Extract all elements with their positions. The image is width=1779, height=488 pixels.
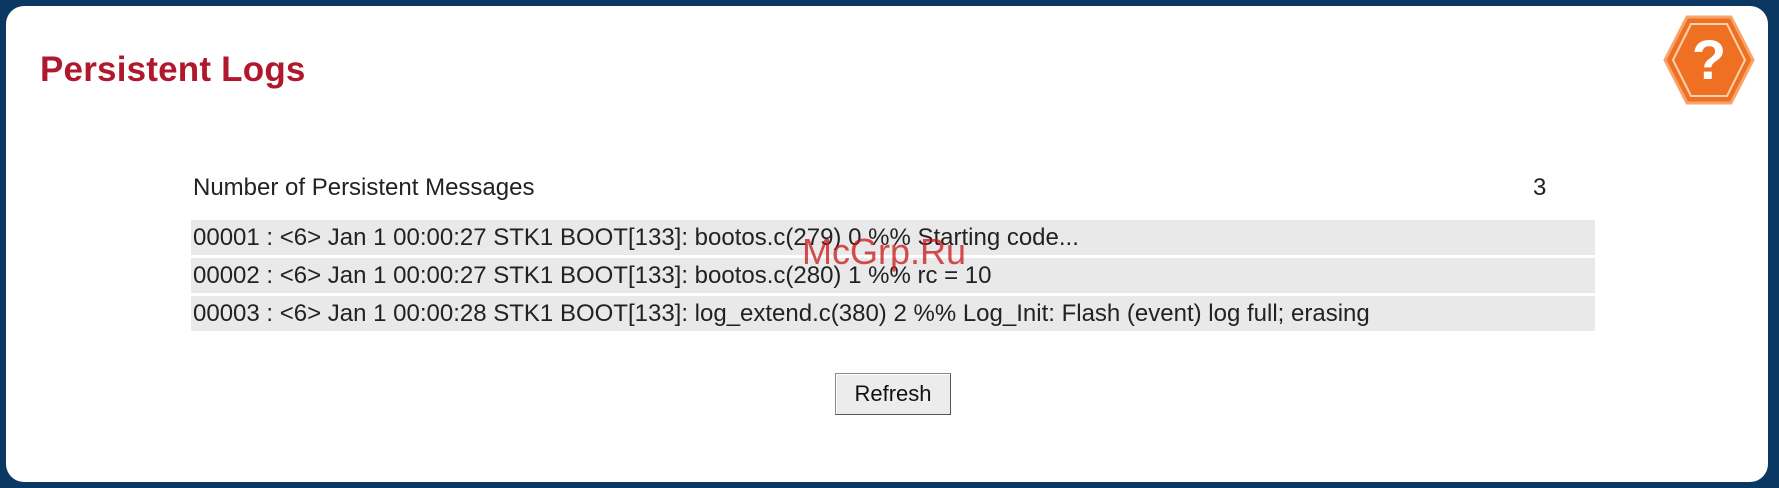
help-question-icon: ? <box>1663 15 1755 105</box>
refresh-button[interactable]: Refresh <box>835 373 951 415</box>
page-title: Persistent Logs <box>40 50 306 89</box>
message-count-row: Number of Persistent Messages 3 <box>193 174 1595 206</box>
watermark: McGrp.Ru <box>802 231 967 272</box>
message-count-value: 3 <box>1533 174 1547 201</box>
message-count-label: Number of Persistent Messages <box>193 174 535 201</box>
svg-text:?: ? <box>1692 28 1726 91</box>
content-panel: Persistent Logs ? Number of Persistent M… <box>6 6 1768 482</box>
log-entry: 00003 : <6> Jan 1 00:00:28 STK1 BOOT[133… <box>191 296 1595 331</box>
help-button[interactable]: ? <box>1662 13 1756 107</box>
